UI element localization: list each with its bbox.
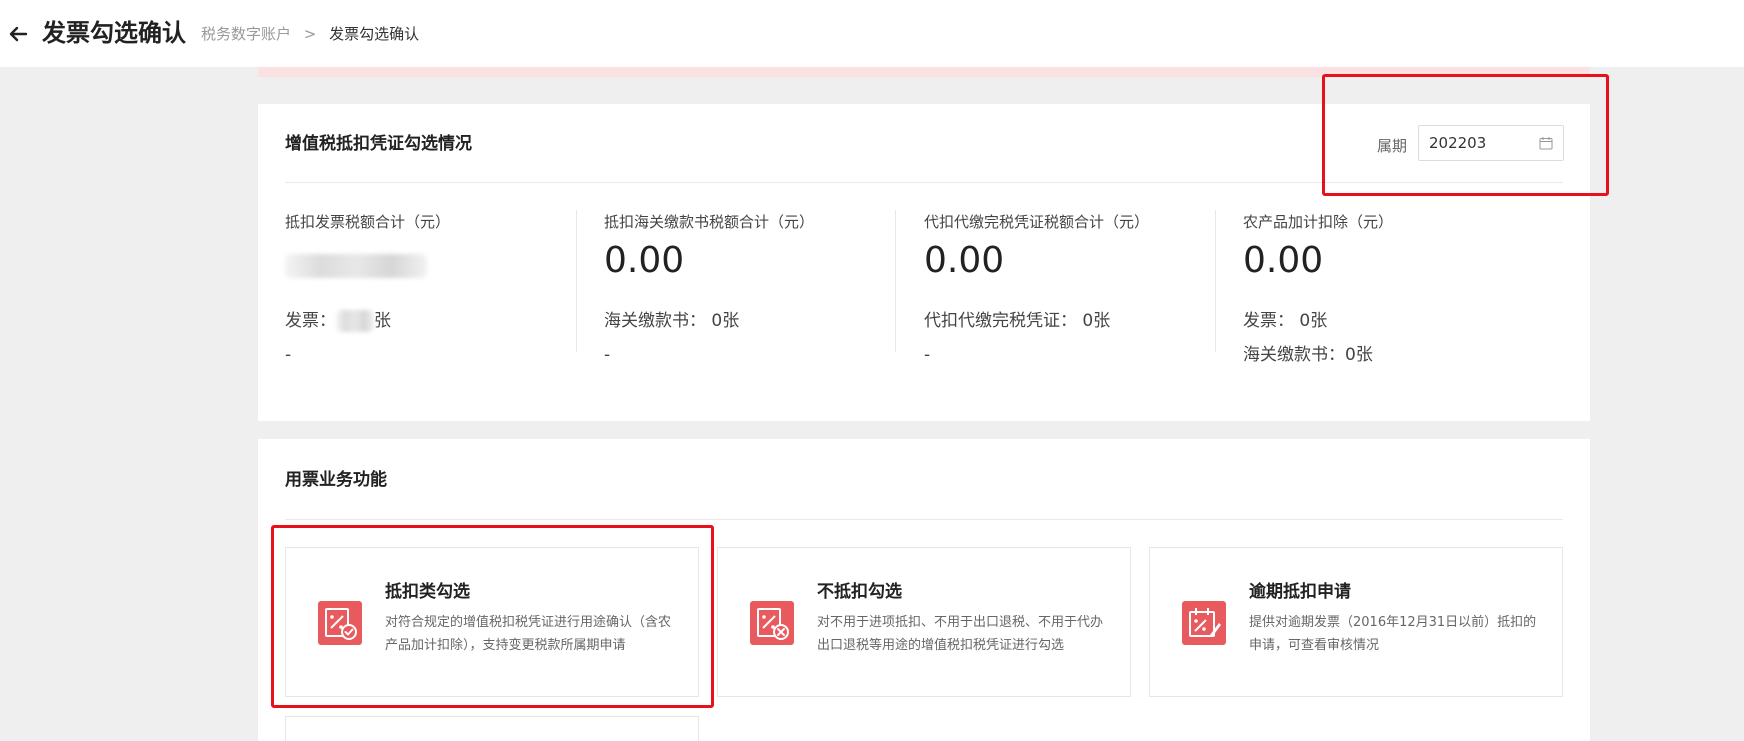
- stat-detail-prefix: 发票：: [285, 311, 336, 331]
- breadcrumb: 税务数字账户 > 发票勾选确认: [201, 24, 419, 44]
- redacted-count: [336, 310, 374, 332]
- stat-detail-secondary: -: [285, 345, 292, 365]
- stat-detail: 代扣代缴完税凭证： 0张: [924, 311, 1111, 331]
- breadcrumb-link-tax-account[interactable]: 税务数字账户: [201, 25, 291, 43]
- stat-detail-secondary: 海关缴款书：0张: [1243, 345, 1373, 365]
- stat-amount: 0.00: [924, 240, 1005, 281]
- top-bar: 发票勾选确认 税务数字账户 > 发票勾选确认: [0, 0, 1744, 67]
- stat-amount: 0.00: [604, 240, 685, 281]
- functions-divider: [285, 519, 1563, 520]
- function-description: 提供对逾期发票（2016年12月31日以前）抵扣的申请，可查看审核情况: [1249, 615, 1537, 653]
- stat-invoice-tax: 抵扣发票税额合计（元） 发票： 张 -: [285, 211, 585, 365]
- stat-detail-secondary: -: [604, 345, 611, 365]
- breadcrumb-separator: >: [303, 25, 317, 43]
- stat-label: 代扣代缴完税凭证税额合计（元）: [924, 213, 1150, 231]
- stat-detail: 发票： 张: [285, 309, 391, 333]
- stat-amount: 0.00: [1243, 240, 1324, 281]
- stat-label: 抵扣海关缴款书税额合计（元）: [604, 213, 815, 231]
- stat-agri-deduction: 农产品加计扣除（元） 0.00 发票： 0张 海关缴款书：0张: [1243, 211, 1543, 365]
- function-description: 对不用于进项抵扣、不用于出口退税、不用于代办出口退税等用途的增值税扣税凭证进行勾…: [817, 615, 1104, 653]
- non-deduct-check-icon: [750, 601, 794, 645]
- alert-strip: [258, 67, 1590, 77]
- function-title: 不抵扣勾选: [817, 582, 902, 602]
- function-description: 对符合规定的增值税扣税凭证进行用途确认（含农产品加计扣除），支持变更税款所属期申…: [385, 615, 672, 653]
- function-non-deduct-check[interactable]: 不抵扣勾选 对不用于进项抵扣、不用于出口退税、不用于代办出口退税等用途的增值税扣…: [717, 547, 1131, 697]
- redacted-amount: [285, 254, 427, 278]
- stat-withholding-tax: 代扣代缴完税凭证税额合计（元） 0.00 代扣代缴完税凭证： 0张 -: [924, 211, 1224, 365]
- breadcrumb-current: 发票勾选确认: [329, 25, 420, 43]
- stat-label: 农产品加计扣除（元）: [1243, 213, 1394, 231]
- function-overdue-apply[interactable]: 逾期抵扣申请 提供对逾期发票（2016年12月31日以前）抵扣的申请，可查看审核…: [1149, 547, 1563, 697]
- stat-amount-redacted: [285, 239, 585, 283]
- summary-title: 增值税抵扣凭证勾选情况: [285, 134, 472, 154]
- stat-detail-suffix: 张: [374, 311, 391, 331]
- period-input[interactable]: [1429, 126, 1539, 160]
- function-title: 抵扣类勾选: [385, 582, 470, 602]
- functions-title: 用票业务功能: [285, 470, 387, 490]
- calendar-icon[interactable]: [1539, 136, 1553, 150]
- column-separator: [576, 210, 577, 352]
- stat-detail-secondary: -: [924, 345, 931, 365]
- column-separator: [895, 210, 896, 352]
- stat-detail: 海关缴款书： 0张: [604, 311, 740, 331]
- functions-card: 用票业务功能 抵扣类勾选 对符合规定的增值税扣税凭证进行用途确认（含农产品加计扣…: [258, 439, 1590, 741]
- period-picker[interactable]: [1418, 125, 1564, 161]
- column-separator: [1215, 210, 1216, 352]
- period-label: 属期: [1377, 137, 1408, 155]
- stat-detail: 发票： 0张: [1243, 311, 1328, 331]
- page-title: 发票勾选确认: [42, 19, 186, 47]
- deduct-check-icon: [318, 601, 362, 645]
- function-title: 逾期抵扣申请: [1249, 582, 1351, 602]
- function-item-partial[interactable]: [285, 716, 699, 741]
- overdue-apply-icon: [1182, 601, 1226, 645]
- stat-label: 抵扣发票税额合计（元）: [285, 213, 451, 231]
- summary-card: 增值税抵扣凭证勾选情况 属期 抵扣发票税额合计（元） 发票： 张 - 抵扣海关缴款…: [258, 104, 1590, 421]
- back-arrow-icon[interactable]: [6, 22, 30, 46]
- function-deduct-check[interactable]: 抵扣类勾选 对符合规定的增值税扣税凭证进行用途确认（含农产品加计扣除），支持变更…: [285, 547, 699, 697]
- stat-customs-tax: 抵扣海关缴款书税额合计（元） 0.00 海关缴款书： 0张 -: [604, 211, 904, 365]
- summary-divider: [285, 182, 1563, 183]
